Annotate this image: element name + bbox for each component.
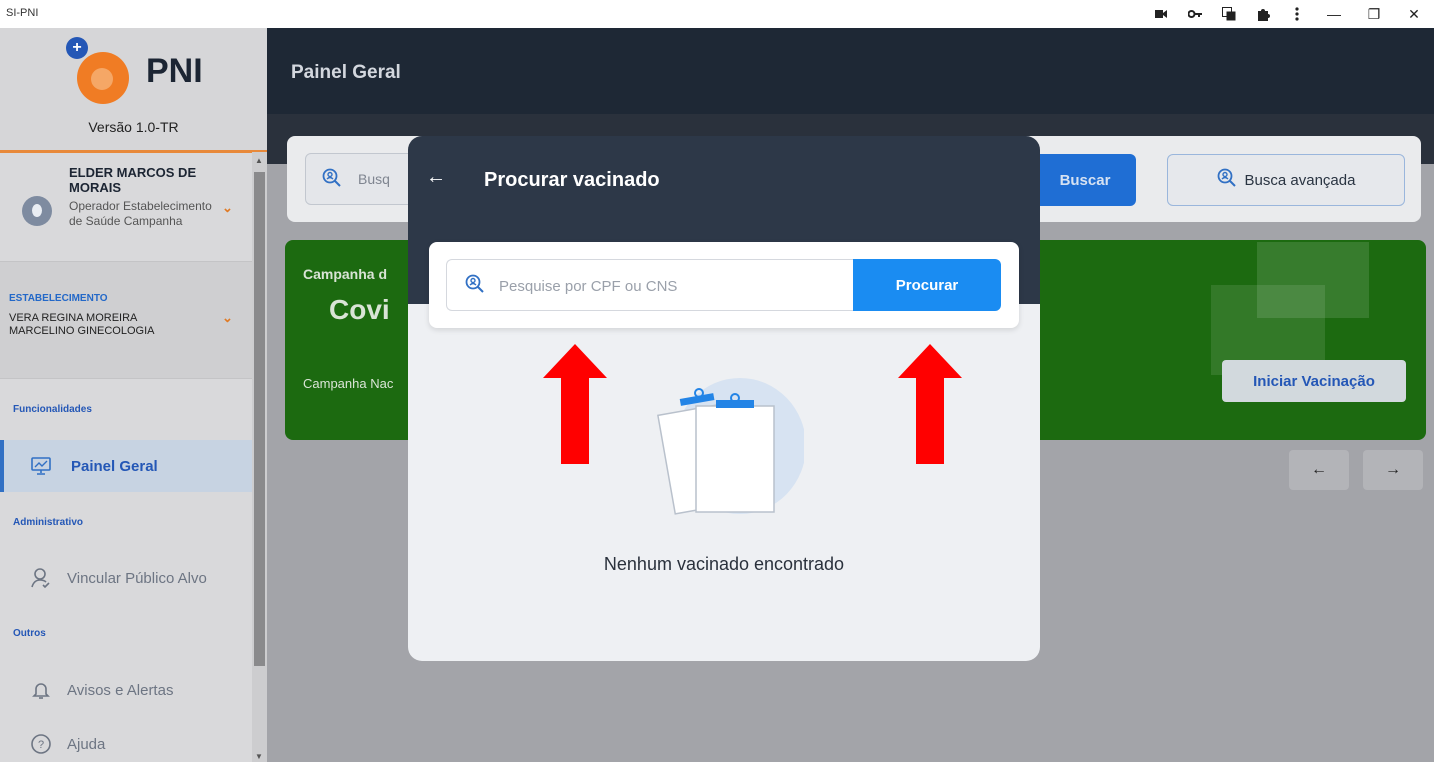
section-funcionalidades: Funcionalidades	[13, 404, 92, 415]
procurar-button[interactable]: Procurar	[853, 259, 1001, 311]
carousel-prev-button[interactable]: ←	[1289, 450, 1349, 490]
user-name: ELDER MARCOS DE MORAIS	[69, 165, 197, 195]
help-icon: ?	[30, 733, 52, 755]
plus-icon: +	[66, 37, 88, 59]
back-arrow-icon[interactable]: ←	[426, 166, 446, 189]
pni-logo-icon	[77, 52, 129, 104]
sidebar-item-label: Painel Geral	[71, 457, 158, 475]
empty-state-message: Nenhum vacinado encontrado	[603, 554, 845, 574]
scroll-up-icon[interactable]: ▲	[255, 156, 263, 165]
section-administrativo: Administrativo	[13, 517, 84, 528]
user-profile[interactable]: ELDER MARCOS DE MORAIS Operador Estabele…	[0, 153, 252, 261]
campaign-title: Covi	[329, 294, 390, 325]
svg-text:?: ?	[38, 739, 44, 751]
carousel-next-button[interactable]: →	[1363, 450, 1423, 490]
user-check-icon	[30, 567, 52, 589]
modal-header: ← Procurar vacinado	[408, 136, 1040, 220]
establishment-name: VERA REGINA MOREIRA MARCELINO GINECOLOGI…	[9, 312, 155, 337]
bell-icon	[30, 679, 52, 701]
sidebar-item-label: Ajuda	[67, 735, 106, 753]
scroll-down-icon[interactable]: ▼	[255, 752, 263, 761]
restore-button[interactable]: ❐	[1354, 0, 1394, 28]
extension-icon[interactable]	[1246, 0, 1280, 28]
window-titlebar: SI-PNI — ❐ ✕	[0, 0, 1434, 28]
campaign-label: Campanha d	[303, 266, 388, 282]
logo-text: PNI	[146, 52, 203, 90]
window-controls: — ❐ ✕	[1144, 0, 1434, 28]
cpf-cns-input[interactable]	[499, 270, 839, 302]
page-header: Painel Geral	[267, 28, 1434, 114]
sidebar-scrollbar[interactable]: ▲ ▼	[252, 152, 267, 762]
sidebar-item-avisos[interactable]: Avisos e Alertas	[0, 664, 252, 716]
avatar	[22, 196, 52, 226]
empty-clipboard-icon	[657, 378, 804, 515]
logo-area: + PNI Versão 1.0-TR	[0, 28, 267, 152]
sidebar: + PNI Versão 1.0-TR ELDER MARCOS DE MORA…	[0, 28, 267, 762]
close-button[interactable]: ✕	[1394, 0, 1434, 28]
search-user-icon	[465, 274, 485, 299]
search-user-icon	[1217, 168, 1237, 192]
window-title: SI-PNI	[6, 7, 39, 19]
search-button[interactable]: Buscar	[1034, 154, 1136, 206]
advanced-search-button[interactable]: Busca avançada	[1167, 154, 1405, 206]
sidebar-item-ajuda[interactable]: ? Ajuda	[0, 718, 252, 762]
sidebar-item-label: Vincular Público Alvo	[67, 569, 207, 587]
sidebar-item-label: Avisos e Alertas	[67, 681, 174, 699]
chevron-down-icon[interactable]: ⌄	[222, 310, 233, 326]
key-icon[interactable]	[1178, 0, 1212, 28]
translate-icon[interactable]	[1212, 0, 1246, 28]
sidebar-item-vincular[interactable]: Vincular Público Alvo	[0, 552, 252, 604]
dashboard-icon	[30, 455, 52, 477]
more-icon[interactable]	[1280, 0, 1314, 28]
modal-search-card: Procurar	[429, 242, 1019, 328]
campaign-subtitle: Campanha Nac	[303, 376, 394, 391]
page-title: Painel Geral	[291, 62, 401, 83]
sidebar-item-painel-geral[interactable]: Painel Geral	[0, 440, 252, 492]
scroll-thumb[interactable]	[254, 172, 265, 666]
app-version: Versão 1.0-TR	[88, 119, 179, 135]
camera-icon[interactable]	[1144, 0, 1178, 28]
establishment-label: ESTABELECIMENTO	[9, 293, 108, 304]
search-user-icon	[322, 168, 342, 193]
minimize-button[interactable]: —	[1314, 0, 1354, 28]
modal-title: Procurar vacinado	[484, 169, 660, 191]
annotation-arrow-up-icon	[898, 344, 962, 464]
annotation-arrow-up-icon	[543, 344, 607, 464]
section-outros: Outros	[13, 628, 46, 639]
search-placeholder: Busq	[358, 171, 390, 187]
chevron-down-icon[interactable]: ⌄	[222, 200, 233, 216]
advanced-search-label: Busca avançada	[1244, 171, 1356, 189]
cpf-cns-search-field[interactable]	[446, 259, 854, 311]
user-role: Operador Estabelecimento de Saúde Campan…	[69, 199, 212, 228]
start-vaccination-button[interactable]: Iniciar Vacinação	[1222, 360, 1406, 402]
establishment-selector[interactable]: ESTABELECIMENTO VERA REGINA MOREIRA MARC…	[0, 261, 252, 379]
